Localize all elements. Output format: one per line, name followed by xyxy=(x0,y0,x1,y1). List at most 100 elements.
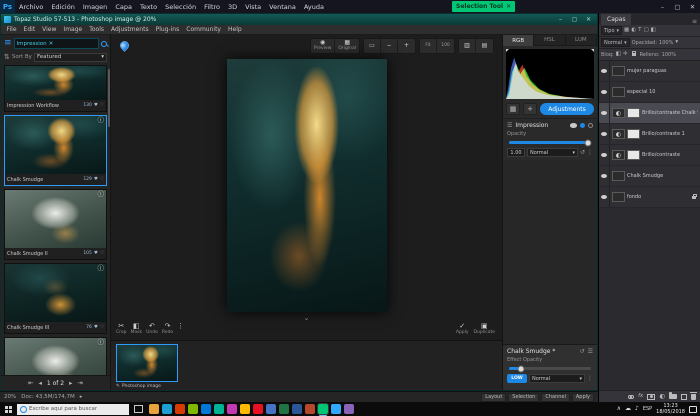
panel-menu-icon[interactable]: ≡ xyxy=(689,18,700,25)
topaz-titlebar[interactable]: Topaz Studio 57-513 - Photoshop image @ … xyxy=(1,14,597,25)
taskbar-app-5[interactable] xyxy=(201,404,211,414)
strength-low-chip[interactable]: LOW xyxy=(507,374,527,383)
pencil-icon[interactable]: ✎ xyxy=(116,384,120,389)
more-icon[interactable]: ⋮ xyxy=(587,376,593,382)
split-horizontal-button[interactable]: ▤ xyxy=(476,39,493,53)
taskbar-app-10[interactable] xyxy=(266,404,276,414)
status-caret-icon[interactable]: ▸ xyxy=(80,394,83,400)
layer-row-brillo-contraste-chalk-smudge-ii[interactable]: ◐ Brillo/contraste Chalk Smudge II xyxy=(599,103,700,124)
undo-button[interactable]: ↶ Undo xyxy=(146,323,158,336)
taskbar-app-3[interactable] xyxy=(175,404,185,414)
visibility-eye-icon[interactable] xyxy=(570,123,577,128)
duplicate-button[interactable]: ▣ Duplicate xyxy=(474,323,495,336)
topaz-menu-community[interactable]: Community xyxy=(183,26,225,33)
filter-text-icon[interactable]: T xyxy=(638,28,641,34)
like-icon[interactable]: ♥ xyxy=(94,251,98,256)
language-indicator[interactable]: ESP xyxy=(643,406,652,412)
channel-button[interactable]: Channel xyxy=(541,393,570,402)
ps-menu-filtro[interactable]: Filtro xyxy=(200,3,224,11)
filter-shape-icon[interactable]: ▢ xyxy=(643,28,648,34)
taskbar-app-7[interactable] xyxy=(227,404,237,414)
add-adjustment-button[interactable]: + xyxy=(523,103,537,115)
topaz-menu-adjustments[interactable]: Adjustments xyxy=(108,26,153,33)
topaz-menu-edit[interactable]: Edit xyxy=(20,26,39,33)
adjustments-button[interactable]: Adjustments xyxy=(540,103,594,115)
redo-button[interactable]: ↷ Redo xyxy=(162,323,173,336)
taskbar-app-11[interactable] xyxy=(279,404,289,414)
chalk-blend-mode-select[interactable]: Normal ▾ xyxy=(529,374,585,383)
ps-maximize-button[interactable]: ▢ xyxy=(670,0,685,13)
more-icon[interactable]: ⋮ xyxy=(587,150,593,156)
taskbar-app-2[interactable] xyxy=(162,404,172,414)
crop-button[interactable]: ✂ Crop xyxy=(116,323,127,336)
enabled-toggle-icon[interactable] xyxy=(580,123,585,128)
ps-menu-texto[interactable]: Texto xyxy=(136,3,161,11)
adjustment-layer-icon[interactable]: ◐ xyxy=(612,150,625,160)
filter-pixel-icon[interactable]: ▦ xyxy=(624,28,629,34)
opacity-value-field[interactable]: 1.00 xyxy=(507,148,525,157)
link-layers-icon[interactable] xyxy=(628,395,634,399)
adjustment-layer-icon[interactable]: ◐ xyxy=(659,393,665,400)
favorite-icon[interactable]: ♡ xyxy=(100,103,104,108)
visibility-toggle[interactable] xyxy=(599,124,610,144)
hamburger-icon[interactable]: ≡ xyxy=(4,39,12,48)
apply-button[interactable]: Apply xyxy=(572,393,594,402)
ps-menu-capa[interactable]: Capa xyxy=(111,3,136,11)
preset-card-chalk-smudge-ii[interactable]: ⓘ Chalk Smudge II 105 ♥ ♡ xyxy=(4,189,107,260)
caret-down-icon[interactable]: ▾ xyxy=(675,40,678,46)
taskbar-app-1[interactable] xyxy=(149,404,159,414)
layer-mask-thumbnail[interactable] xyxy=(627,108,640,118)
cloud-icon[interactable]: ☁ xyxy=(625,406,631,412)
topaz-minimize-button[interactable]: – xyxy=(555,16,566,23)
favorite-icon[interactable]: ♡ xyxy=(100,325,104,330)
solo-toggle-icon[interactable] xyxy=(588,123,593,128)
topaz-menu-image[interactable]: Image xyxy=(60,26,86,33)
last-page-icon[interactable]: ⇥ xyxy=(77,379,82,387)
layer-row-chalk-smudge[interactable]: Chalk Smudge xyxy=(599,166,700,187)
apply-button[interactable]: ✓ Apply xyxy=(456,323,469,336)
layer-row-brillo-contraste[interactable]: ◐ Brillo/contraste xyxy=(599,145,700,166)
ps-minimize-button[interactable]: – xyxy=(655,0,670,13)
topaz-maximize-button[interactable]: ▢ xyxy=(569,16,580,23)
new-layer-icon[interactable] xyxy=(681,394,687,400)
chip-close-icon[interactable]: ✕ xyxy=(49,41,54,47)
more-tools-button[interactable]: ⋮ xyxy=(177,323,184,330)
taskbar-app-4[interactable] xyxy=(188,404,198,414)
blend-mode-select[interactable]: Normal ▾ xyxy=(601,38,630,47)
taskbar-app-13[interactable] xyxy=(305,404,315,414)
topaz-menu-tools[interactable]: Tools xyxy=(86,26,108,33)
ps-menu-ayuda[interactable]: Ayuda xyxy=(300,3,328,11)
favorite-icon[interactable]: ♡ xyxy=(100,251,104,256)
taskbar-app-15[interactable] xyxy=(331,404,341,414)
zoom-out-button[interactable]: − xyxy=(381,39,398,53)
first-page-icon[interactable]: ⇤ xyxy=(28,379,33,387)
filmstrip-thumbnail[interactable] xyxy=(116,344,178,382)
topaz-menu-help[interactable]: Help xyxy=(224,26,245,33)
visibility-toggle[interactable] xyxy=(599,103,610,123)
layer-thumbnail[interactable] xyxy=(612,171,625,181)
visibility-toggle[interactable] xyxy=(599,145,610,165)
visibility-toggle[interactable] xyxy=(599,82,610,102)
taskbar-app-12[interactable] xyxy=(292,404,302,414)
fit-zoom-button[interactable]: Fit xyxy=(420,39,437,53)
fill-value[interactable]: 100% xyxy=(662,52,676,58)
original-button[interactable]: ▦ Original xyxy=(335,39,359,53)
filter-adjustment-icon[interactable]: ◐ xyxy=(631,28,636,34)
histogram-tab-rgb[interactable]: RGB xyxy=(503,35,534,46)
info-icon[interactable]: ⓘ xyxy=(98,191,105,198)
zoom-100-button[interactable]: 100 xyxy=(437,39,454,53)
visibility-toggle[interactable] xyxy=(599,61,610,81)
navigator-button[interactable]: ▭ xyxy=(364,39,381,53)
zoom-level[interactable]: 20% xyxy=(4,394,16,400)
taskbar-app-9[interactable] xyxy=(253,404,263,414)
start-button[interactable] xyxy=(0,402,17,416)
preset-card-chalk-smudge-iv[interactable]: ⓘ xyxy=(4,337,107,375)
visibility-toggle[interactable] xyxy=(599,187,610,207)
layout-button[interactable]: Layout xyxy=(481,393,506,402)
opacity-value[interactable]: 100% xyxy=(659,40,673,46)
sort-select[interactable]: Featured ▾ xyxy=(34,53,107,62)
lock-transparency-icon[interactable]: ◧ xyxy=(616,52,621,58)
taskbar-clock[interactable]: 13:23 18/05/2018 xyxy=(656,403,685,416)
impression-section-header[interactable]: ☰ Impression xyxy=(503,119,597,130)
impression-opacity-slider[interactable] xyxy=(509,141,591,144)
